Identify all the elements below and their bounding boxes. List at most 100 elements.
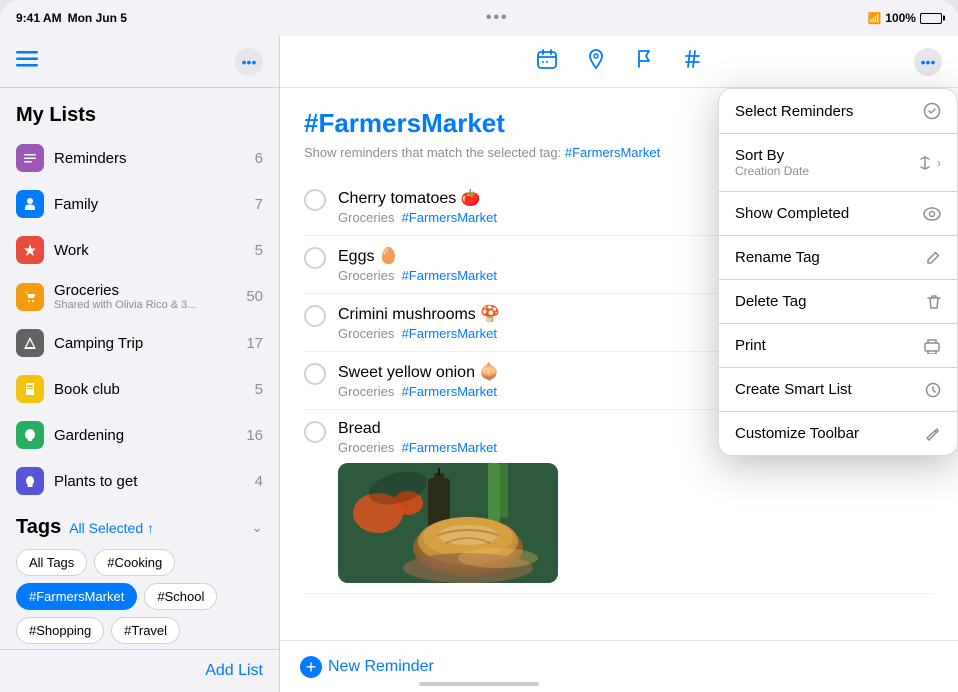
my-lists-header: My Lists [0, 100, 279, 135]
list-item-camping[interactable]: Camping Trip 17 [0, 320, 279, 366]
menu-delete-tag[interactable]: Delete Tag [719, 280, 957, 324]
bookclub-count: 5 [255, 381, 263, 398]
bookclub-name: Book club [54, 381, 255, 398]
work-icon [16, 236, 44, 264]
gardening-icon [16, 421, 44, 449]
list-item-plants[interactable]: Plants to get 4 [0, 458, 279, 504]
tags-all-selected[interactable]: All Selected ↑ [69, 520, 154, 536]
sidebar-toggle-icon[interactable] [16, 50, 38, 73]
sidebar-content: My Lists Reminders 6 Family 7 [0, 88, 279, 649]
wifi-icon: 📶 [868, 12, 882, 25]
groceries-icon [16, 283, 44, 311]
reminders-name: Reminders [54, 150, 255, 167]
hashtag-icon[interactable] [682, 48, 702, 76]
menu-delete-label: Delete Tag [735, 293, 806, 310]
gardening-count: 16 [246, 427, 263, 444]
home-indicator [419, 682, 539, 686]
menu-select-reminders[interactable]: Select Reminders [719, 89, 957, 134]
camping-icon [16, 329, 44, 357]
bread-image [338, 463, 558, 583]
menu-smart-list-label: Create Smart List [735, 381, 852, 398]
plants-icon [16, 467, 44, 495]
reminder-checkbox-4[interactable] [304, 363, 326, 385]
list-item-gardening[interactable]: Gardening 16 [0, 412, 279, 458]
reminder-checkbox-2[interactable] [304, 247, 326, 269]
menu-sort-label: Sort By [735, 147, 809, 164]
location-icon[interactable] [586, 48, 606, 76]
tag-shopping[interactable]: #Shopping [16, 617, 104, 644]
menu-select-label: Select Reminders [735, 103, 853, 120]
status-bar-right: 📶 100% [868, 11, 942, 25]
reminder-checkbox-3[interactable] [304, 305, 326, 327]
list-item-groceries[interactable]: Groceries Shared with Olivia Rico & 3...… [0, 273, 279, 320]
new-reminder-button[interactable]: + New Reminder [300, 656, 434, 678]
add-list-button[interactable]: Add List [205, 662, 263, 680]
menu-print[interactable]: Print [719, 324, 957, 368]
main-more-button[interactable]: ••• [914, 48, 942, 76]
family-count: 7 [255, 196, 263, 213]
context-menu: Select Reminders Sort By Creation Date ›… [718, 88, 958, 456]
menu-customize-toolbar[interactable]: Customize Toolbar [719, 412, 957, 455]
work-name: Work [54, 242, 255, 259]
menu-customize-label: Customize Toolbar [735, 425, 859, 442]
menu-select-icon [923, 102, 941, 120]
date: Mon Jun 5 [68, 11, 127, 25]
menu-sort-by[interactable]: Sort By Creation Date › [719, 134, 957, 192]
list-item-bookclub[interactable]: Book club 5 [0, 366, 279, 412]
gardening-name: Gardening [54, 427, 246, 444]
reminder-checkbox-5[interactable] [304, 421, 326, 443]
sidebar: ••• My Lists Reminders 6 Family 7 [0, 36, 280, 692]
new-reminder-plus-icon: + [300, 656, 322, 678]
groceries-count: 50 [246, 288, 263, 305]
sidebar-footer: Add List [0, 649, 279, 692]
time: 9:41 AM [16, 11, 62, 25]
reminder-checkbox-1[interactable] [304, 189, 326, 211]
tag-school[interactable]: #School [144, 583, 217, 610]
main-content: ••• #FarmersMarket Show reminders that m… [280, 36, 958, 692]
menu-print-label: Print [735, 337, 766, 354]
sidebar-more-button[interactable]: ••• [235, 48, 263, 76]
tag-chips: All Tags #Cooking #FarmersMarket #School… [16, 549, 263, 644]
app-container: ••• My Lists Reminders 6 Family 7 [0, 36, 958, 692]
groceries-shared: Shared with Olivia Rico & 3... [54, 299, 246, 311]
flag-icon[interactable] [634, 48, 654, 76]
groceries-name: Groceries [54, 282, 246, 299]
new-reminder-label: New Reminder [328, 658, 434, 676]
tag-cooking[interactable]: #Cooking [94, 549, 175, 576]
plants-name: Plants to get [54, 473, 255, 490]
subtitle-tag: #FarmersMarket [565, 145, 660, 160]
tags-title: Tags [16, 516, 61, 539]
status-bar: 9:41 AM Mon Jun 5 ••• 📶 100% [0, 0, 958, 36]
menu-print-icon [923, 338, 941, 354]
menu-smart-list[interactable]: Create Smart List [719, 368, 957, 412]
menu-sort-sub: Creation Date [735, 164, 809, 178]
family-icon [16, 190, 44, 218]
menu-rename-label: Rename Tag [735, 249, 820, 266]
menu-show-completed-label: Show Completed [735, 205, 849, 222]
camping-name: Camping Trip [54, 335, 246, 352]
calendar-icon[interactable] [536, 48, 558, 76]
family-name: Family [54, 196, 255, 213]
menu-rename-tag[interactable]: Rename Tag [719, 236, 957, 280]
list-item-family[interactable]: Family 7 [0, 181, 279, 227]
status-bar-center: ••• [486, 9, 509, 27]
bookclub-icon [16, 375, 44, 403]
tag-farmersmarket[interactable]: #FarmersMarket [16, 583, 137, 610]
tag-travel[interactable]: #Travel [111, 617, 180, 644]
tag-all-tags[interactable]: All Tags [16, 549, 87, 576]
reminders-icon [16, 144, 44, 172]
list-item-work[interactable]: Work 5 [0, 227, 279, 273]
menu-show-completed-icon [923, 207, 941, 221]
reminders-count: 6 [255, 150, 263, 167]
menu-smart-list-icon [925, 382, 941, 398]
menu-rename-icon [925, 250, 941, 266]
camping-count: 17 [246, 335, 263, 352]
menu-show-completed[interactable]: Show Completed [719, 192, 957, 236]
work-count: 5 [255, 242, 263, 259]
menu-delete-icon [927, 294, 941, 310]
status-bar-left: 9:41 AM Mon Jun 5 [16, 11, 127, 25]
menu-customize-icon [925, 426, 941, 442]
list-item-reminders[interactable]: Reminders 6 [0, 135, 279, 181]
main-footer: + New Reminder [280, 640, 958, 692]
tags-chevron-icon[interactable]: ⌄ [251, 519, 263, 536]
